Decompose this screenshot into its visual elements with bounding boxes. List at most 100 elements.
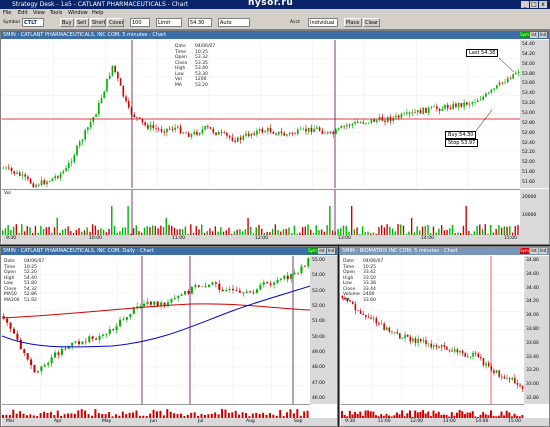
candle-body: [256, 130, 258, 135]
symbol-input[interactable]: CTLT: [22, 18, 44, 27]
candle-body: [409, 336, 412, 342]
daily-chart-sym-tab[interactable]: Sym: [308, 248, 317, 254]
volume-bar: [56, 218, 58, 236]
candle-body: [81, 139, 84, 142]
account-select[interactable]: Individual: [308, 18, 338, 27]
candle-body: [235, 290, 238, 291]
main-chart-int-tab[interactable]: Int: [530, 32, 538, 38]
candle-body: [103, 91, 106, 99]
menu-view[interactable]: View: [33, 9, 45, 17]
second-chart-sym-tab[interactable]: Sym: [520, 248, 529, 254]
candle-body: [115, 326, 118, 331]
order-type-select[interactable]: Limit: [156, 18, 182, 27]
time-axis-tick: Mar: [6, 419, 15, 424]
order-toolbar: Symbol CTLT Buy Sell Short Cover 100 Lim…: [0, 17, 550, 30]
candle-body: [57, 176, 59, 178]
candle-body: [367, 122, 370, 124]
candle-body: [406, 112, 408, 114]
time-axis-tick: May: [102, 419, 112, 424]
candle-body: [122, 319, 125, 321]
price-axis-tick: 34.40: [526, 285, 539, 291]
main-chart-ind-tab[interactable]: Ind: [539, 32, 547, 38]
candle-body: [321, 130, 324, 134]
data-window-key: Vol: [175, 77, 182, 82]
route-select[interactable]: Auto: [218, 18, 250, 27]
main-volume-area[interactable]: Vol: [2, 189, 520, 236]
candle-body: [156, 301, 159, 306]
second-chart-ind-tab[interactable]: Ind: [539, 248, 547, 254]
second-chart-int-tab[interactable]: Int: [530, 248, 538, 254]
data-window-key: Date: [175, 44, 186, 49]
data-window-value: 51.80: [24, 281, 37, 286]
daily-price-area[interactable]: [2, 256, 310, 404]
place-order-button[interactable]: Place: [344, 18, 362, 27]
volume-bar: [127, 206, 129, 236]
candle-body: [43, 180, 46, 185]
candle-body: [272, 132, 275, 134]
daily-price-chart: [2, 256, 310, 404]
candle-body: [280, 131, 283, 134]
main-chart-sym-tab[interactable]: Sym: [520, 32, 529, 38]
candle-body: [376, 120, 378, 122]
candle-body: [511, 377, 514, 380]
candle-body: [16, 333, 19, 340]
candle-body: [182, 132, 185, 134]
volume-bar: [410, 218, 413, 236]
close-button[interactable]: x: [539, 1, 547, 8]
daily-chart-int-tab[interactable]: Int: [318, 248, 326, 254]
candle-body: [239, 137, 242, 140]
candle-body: [249, 291, 252, 293]
menu-tools[interactable]: Tools: [50, 9, 62, 17]
sell-button[interactable]: Sell: [75, 18, 89, 27]
candle-body: [448, 349, 451, 351]
second-price-axis[interactable]: 34.80 34.60 34.40 34.20 34.00 33.80 33.60 33.40…: [524, 256, 549, 404]
candle-body: [88, 336, 91, 343]
candle-body: [119, 78, 122, 86]
candle-body: [234, 140, 236, 142]
main-price-axis[interactable]: 54.40 54.20 54.00 53.80 53.60 53.40 53.20 53.00…: [520, 40, 549, 188]
candle-body: [73, 155, 76, 162]
price-axis-tick: 46.00: [312, 396, 325, 401]
daily-chart-ind-tab[interactable]: Ind: [327, 248, 335, 254]
candle-body: [378, 116, 381, 121]
candle-body: [187, 133, 190, 137]
price-input[interactable]: 54.30: [188, 18, 212, 27]
data-window-key: High: [175, 66, 186, 71]
buy-button[interactable]: Buy: [60, 18, 74, 27]
menu-file[interactable]: File: [3, 9, 11, 17]
candle-body: [395, 115, 397, 118]
candle-body: [348, 124, 351, 126]
candle-body: [384, 120, 386, 122]
cover-button[interactable]: Cover: [107, 18, 124, 27]
candle-body: [33, 365, 36, 373]
candle-body: [496, 85, 498, 89]
candle-body: [310, 127, 313, 133]
menu-edit[interactable]: Edit: [18, 9, 28, 17]
maximize-button[interactable]: □: [530, 1, 538, 8]
main-time-axis: 9:30 10:00 11:00 12:00 13:00 14:00 15:00: [2, 235, 549, 244]
daily-price-axis[interactable]: 55.00 54.00 53.00 52.00 51.00 50.00 49.00 48.00…: [310, 256, 337, 404]
candle-body: [7, 167, 10, 169]
data-window-value: 10:25: [195, 49, 208, 55]
candle-body: [433, 106, 435, 107]
clear-order-button[interactable]: Clear: [363, 18, 380, 27]
quantity-input[interactable]: 100: [130, 18, 150, 27]
candle-body: [84, 341, 87, 343]
minimize-button[interactable]: _: [521, 1, 529, 8]
data-window-key: Open: [175, 55, 188, 60]
menu-window[interactable]: Window: [68, 9, 88, 17]
candle-body: [422, 340, 425, 342]
data-window-key: MA: [343, 297, 350, 303]
candle-body: [180, 294, 183, 296]
candle-body: [74, 341, 77, 343]
short-button[interactable]: Short: [90, 18, 106, 27]
data-window-value: 33.38: [363, 281, 376, 286]
menu-help[interactable]: Help: [92, 9, 103, 17]
candle-body: [493, 88, 495, 90]
volume-axis-tick: 20000: [522, 195, 537, 200]
candle-body: [194, 285, 197, 287]
main-price-area[interactable]: [2, 40, 520, 188]
price-axis-tick: 54.00: [522, 61, 535, 67]
candle-body: [144, 122, 146, 126]
candle-body: [294, 133, 296, 135]
